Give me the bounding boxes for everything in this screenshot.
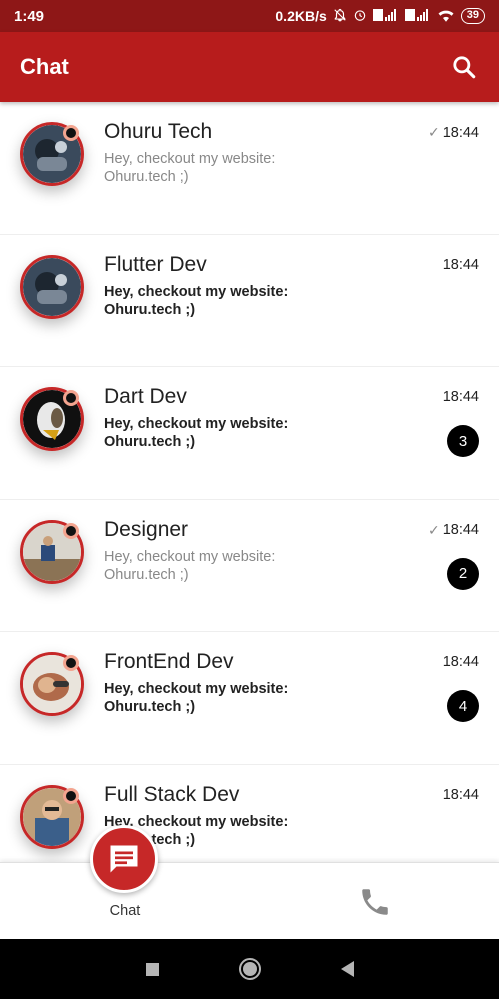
last-message: Hey, checkout my website: Ohuru.tech ;): [104, 681, 289, 715]
time-label: 18:44: [442, 522, 479, 538]
unread-badge: 2: [447, 557, 479, 590]
unread-badge: 3: [447, 425, 479, 457]
online-indicator: [63, 787, 79, 804]
search-icon: [453, 56, 476, 79]
chat-list-item[interactable]: Dart Dev Hey, checkout my website: Ohuru…: [0, 367, 499, 500]
avatar: [20, 254, 84, 319]
message-time: ✓ 18:44: [428, 124, 479, 141]
contact-name: FrontEnd Dev: [104, 650, 234, 673]
chat-list-item[interactable]: Flutter Dev Hey, checkout my website: Oh…: [0, 235, 499, 367]
bottom-navigation: Chat: [0, 825, 499, 940]
mute-icon: [333, 8, 347, 25]
message-time: ✓ 18:44: [428, 522, 479, 539]
chat-list-item[interactable]: Full Stack Dev Hey, checkout my website:…: [0, 765, 499, 863]
page-title: Chat: [20, 54, 69, 79]
message-time: 18:44: [443, 654, 479, 670]
contact-name: Designer: [104, 517, 189, 541]
read-check-icon: ✓: [427, 124, 440, 140]
chat-bubble-icon: [110, 845, 138, 873]
nav-item-calls[interactable]: [250, 863, 499, 940]
online-indicator: [63, 125, 79, 141]
online-indicator: [63, 390, 79, 406]
chat-list-item[interactable]: Ohuru Tech Hey, checkout my website: Ohu…: [0, 102, 499, 235]
time-label: 18:44: [442, 389, 479, 405]
online-indicator: [63, 655, 79, 671]
status-time: 1:49: [14, 7, 45, 25]
status-bar: 1:49 0.2KB/s 39: [0, 0, 499, 32]
recent-apps-button[interactable]: [145, 962, 159, 976]
unread-badge: 4: [447, 690, 479, 722]
last-message: Hey, checkout my website: Ohuru.tech ;): [104, 151, 276, 185]
last-message: Hey, checkout my website: Ohuru.tech ;): [104, 548, 276, 583]
message-time: 18:44: [443, 257, 479, 273]
signal-icon: [372, 8, 399, 24]
read-check-icon: ✓: [427, 521, 440, 538]
last-message: Hey, checkout my website: Ohuru.tech ;): [104, 283, 289, 318]
signal-icon-2: [404, 8, 431, 24]
online-indicator: [63, 522, 79, 539]
back-button[interactable]: [340, 961, 354, 977]
search-button[interactable]: [449, 52, 479, 82]
alarm-icon: [353, 8, 367, 25]
contact-name: Dart Dev: [104, 385, 187, 408]
time-label: 18:44: [442, 256, 479, 273]
wifi-icon: [437, 8, 455, 25]
nav-item-chat[interactable]: Chat: [0, 825, 250, 940]
phone-icon: [361, 888, 388, 915]
chat-fab-button[interactable]: [90, 825, 158, 893]
last-message: Hey, checkout my website: Ohuru.tech ;): [104, 416, 289, 450]
chat-list: Ohuru Tech Hey, checkout my website: Ohu…: [0, 102, 499, 862]
contact-name: Flutter Dev: [104, 252, 207, 276]
message-time: 18:44: [443, 787, 479, 803]
battery-indicator: 39: [460, 8, 485, 24]
network-speed: 0.2KB/s: [275, 8, 327, 24]
status-indicators: 0.2KB/s 39: [275, 8, 485, 25]
nav-label-chat: Chat: [109, 903, 141, 919]
chat-list-item[interactable]: FrontEnd Dev Hey, checkout my website: O…: [0, 632, 499, 765]
contact-name: Ohuru Tech: [104, 120, 213, 143]
time-label: 18:44: [442, 124, 479, 141]
contact-name: Full Stack Dev: [104, 782, 240, 806]
system-navigation-bar: [0, 939, 499, 999]
app-bar: Chat: [0, 32, 499, 102]
time-label: 18:44: [442, 786, 479, 803]
home-button[interactable]: [238, 958, 261, 980]
chat-list-item[interactable]: Designer Hey, checkout my website: Ohuru…: [0, 500, 499, 632]
message-time: 18:44: [443, 389, 479, 405]
time-label: 18:44: [442, 654, 479, 670]
